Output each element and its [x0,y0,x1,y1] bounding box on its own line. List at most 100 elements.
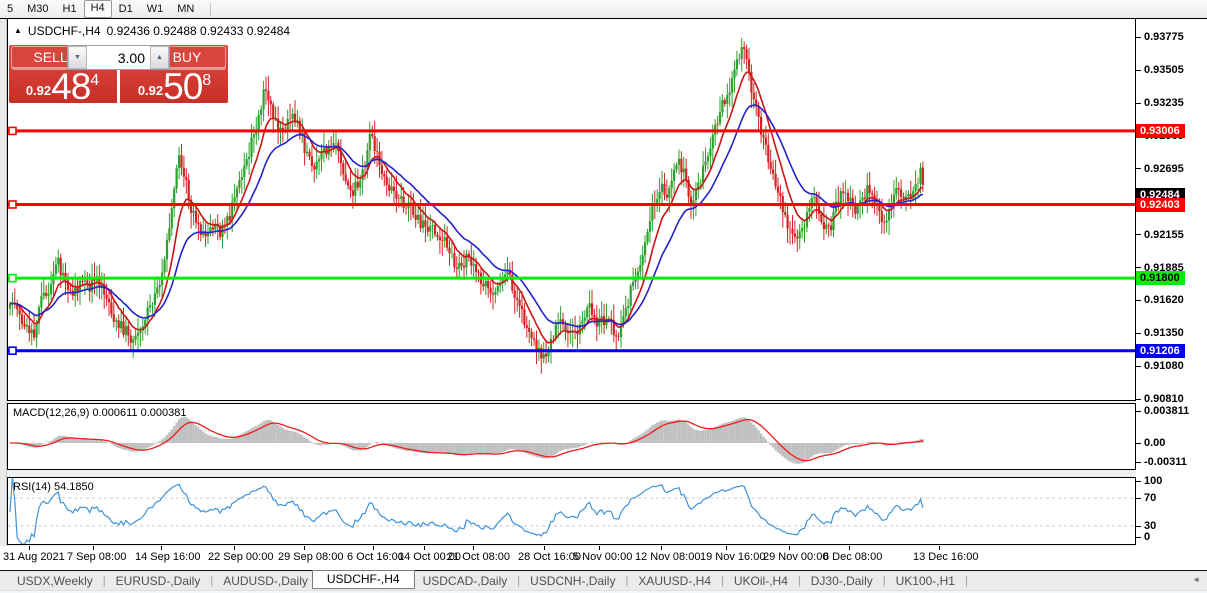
price-line-label-0.93006: 0.93006 [1136,124,1185,138]
tab-dj30-daily[interactable]: DJ30-,Daily [807,574,877,588]
time-axis-label: 5 Nov 00:00 [573,551,632,563]
rsi-axis-tick: 100 [1136,474,1162,488]
time-axis-tick [473,546,474,550]
tick-dash [1136,366,1141,367]
tab-separator: | [210,575,213,587]
tab-scroll-left-icon[interactable]: ◄ [1192,575,1200,584]
fast-ma-line [10,72,923,343]
line-anchor-marker[interactable] [9,201,16,208]
time-axis-label: 13 Dec 16:00 [913,551,978,563]
time-axis-tick [726,546,727,550]
time-axis-label: 29 Sep 08:00 [278,551,343,563]
sell-price-big-digits: 48 [51,70,90,103]
volume-decrease-button[interactable]: ▼ [68,46,87,69]
tick-dash [1136,168,1141,169]
rsi-label: RSI(14) 54.1850 [13,481,94,493]
main-chart-panel[interactable]: ▲ USDCHF-,H4 0.92436 0.92488 0.92433 0.9… [7,18,1136,401]
chart-window-left-frame [0,19,7,570]
tab-usdcad-daily[interactable]: USDCAD-,Daily [419,574,512,588]
macd-indicator-panel[interactable]: MACD(12,26,9) 0.000611 0.000381 [7,403,1136,470]
time-axis-tick [661,546,662,550]
price-axis-tick: 0.93775 [1136,30,1184,44]
time-axis[interactable]: 31 Aug 20217 Sep 08:0014 Sep 16:0022 Sep… [0,546,1207,570]
tab-eurusd-daily[interactable]: EURUSD-,Daily [112,574,205,588]
tick-value: 0.93775 [1144,31,1184,43]
time-axis-tick [424,546,425,550]
time-axis-tick [599,546,600,550]
price-axis[interactable]: 0.937750.935050.932350.929650.926950.921… [1136,19,1207,570]
volume-input[interactable] [87,46,150,69]
time-axis-label: 6 Dec 08:00 [823,551,882,563]
timeframe-button-h1[interactable]: H1 [56,1,84,17]
tab-separator: | [625,575,628,587]
price-axis-tick: 0.92695 [1136,162,1184,176]
tab-usdcnh-daily[interactable]: USDCNH-,Daily [526,574,619,588]
buy-price-prefix: 0.92 [138,83,163,103]
sell-price-display[interactable]: 0.92 48 4 [9,70,116,103]
time-axis-label: 7 Sep 08:00 [67,551,126,563]
line-anchor-marker[interactable] [9,347,16,354]
volume-spinner: ▼ ▲ [67,45,170,70]
timeframe-button-m30[interactable]: M30 [20,1,55,17]
tick-dash [1136,234,1141,235]
timeframe-button-w1[interactable]: W1 [140,1,171,17]
sell-price-prefix: 0.92 [26,83,51,103]
timeframe-button-h4[interactable]: H4 [84,0,112,18]
tick-value: 0.93505 [1144,64,1184,76]
time-axis-tick [93,546,94,550]
price-axis-tick: 0.93505 [1136,63,1184,77]
time-axis-tick [373,546,374,550]
chart-window-top-border [0,18,1207,19]
chart-ohlc-values: 0.92436 0.92488 0.92433 0.92484 [107,24,291,38]
tab-uk100-h1[interactable]: UK100-,H1 [892,574,959,588]
tab-separator: | [798,575,801,587]
time-axis-tick [789,546,790,550]
price-axis-tick: 0.93235 [1136,96,1184,110]
tab-ukoil-h4[interactable]: UKOil-,H4 [730,574,792,588]
tick-dash [1136,537,1141,538]
time-axis-label: 6 Oct 16:00 [347,551,404,563]
time-axis-label: 19 Nov 16:00 [700,551,765,563]
timeframe-button-mn[interactable]: MN [170,1,201,17]
tick-dash [1136,498,1141,499]
time-axis-tick [161,546,162,550]
buy-price-display[interactable]: 0.92 50 8 [121,70,228,103]
tab-usdx-weekly[interactable]: USDX,Weekly [13,574,97,588]
price-line-label-0.91206: 0.91206 [1136,344,1185,358]
mt4-application-window: 5M30H1H4D1W1MN ▲ USDCHF-,H4 0.92436 0.92… [0,0,1207,593]
time-axis-label: 21 Oct 08:00 [447,551,510,563]
price-axis-tick: 0.91350 [1136,326,1184,340]
buy-price-big-digits: 50 [163,70,202,103]
timeframe-button-d1[interactable]: D1 [112,1,140,17]
macd-axis-tick: -0.00311 [1136,455,1187,469]
tab-separator: | [965,575,968,587]
tick-dash [1136,443,1141,444]
tick-value: 0.91620 [1144,294,1184,306]
tick-value: -0.00311 [1144,456,1187,468]
tab-usdchf-h4[interactable]: USDCHF-,H4 [312,570,415,589]
rsi-canvas[interactable] [8,478,1135,544]
macd-label: MACD(12,26,9) 0.000611 0.000381 [13,407,186,419]
rsi-indicator-panel[interactable]: RSI(14) 54.1850 [7,477,1136,545]
chart-symbol-period: USDCHF-,H4 [28,24,101,38]
volume-increase-button[interactable]: ▲ [150,46,169,69]
tick-value: 0.003811 [1144,405,1189,417]
tick-value: 70 [1144,492,1156,504]
tick-value: 0.93235 [1144,97,1184,109]
line-anchor-marker[interactable] [9,127,16,134]
tab-audusd-daily[interactable]: AUDUSD-,Daily [219,574,312,588]
line-anchor-marker[interactable] [9,275,16,282]
tick-value: 100 [1144,475,1162,487]
time-axis-tick [939,546,940,550]
tick-value: 0.91350 [1144,327,1184,339]
tab-xauusd-h4[interactable]: XAUUSD-,H4 [634,574,715,588]
macd-axis-tick: 0.00 [1136,436,1165,450]
one-click-collapse-icon[interactable]: ▲ [14,26,22,35]
price-axis-tick: 0.91080 [1136,359,1184,373]
sell-price-pipette: 4 [90,70,99,90]
timeframe-button-5[interactable]: 5 [0,1,20,17]
time-axis-label: 14 Sep 16:00 [135,551,200,563]
tick-dash [1136,526,1141,527]
rsi-axis-tick: 70 [1136,491,1156,505]
tick-value: 0.92695 [1144,163,1184,175]
